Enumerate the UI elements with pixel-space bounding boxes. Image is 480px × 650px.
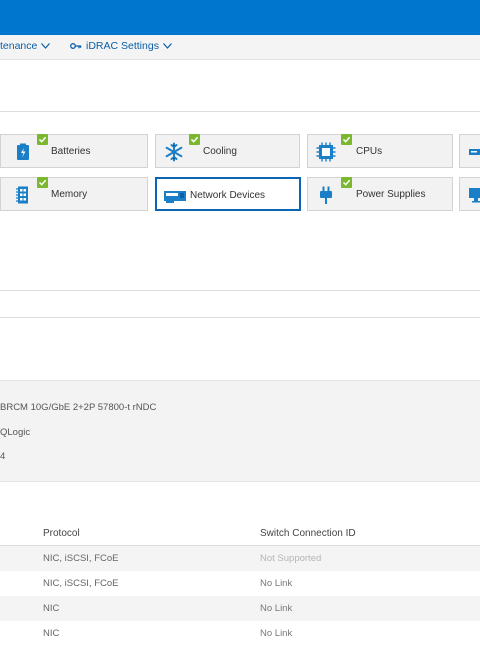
device-info-fragment: 4: [0, 451, 6, 462]
key-icon: [70, 43, 82, 49]
status-ok-check: [189, 134, 200, 145]
tile-cooling[interactable]: Cooling: [155, 134, 300, 168]
check-icon: [342, 179, 351, 186]
cell-protocol: NIC: [43, 628, 60, 639]
section-divider: [0, 111, 480, 112]
main-menu-bar: tenance iDRAC Settings: [0, 35, 480, 60]
table-row[interactable]: NIC No Link: [0, 596, 480, 621]
tile-memory-label: Memory: [51, 189, 88, 200]
power-plug-icon: [320, 186, 332, 204]
section-divider: [0, 317, 480, 318]
status-ok-check: [341, 134, 352, 145]
cpu-icon: [316, 142, 336, 162]
status-ok-check: [37, 134, 48, 145]
check-icon: [342, 136, 351, 143]
tile-batteries-label: Batteries: [51, 146, 91, 157]
ports-table: Protocol Switch Connection ID NIC, iSCSI…: [0, 521, 480, 646]
menu-maintenance-label: tenance: [0, 40, 38, 52]
cell-protocol: NIC, iSCSI, FCoE: [43, 578, 119, 589]
check-icon: [38, 136, 47, 143]
top-header-bar: [0, 0, 480, 35]
cell-protocol: NIC: [43, 603, 60, 614]
cell-switch-connection-id: No Link: [260, 578, 293, 589]
device-vendor: QLogic: [0, 427, 31, 438]
chevron-down-icon: [163, 43, 172, 49]
table-header-row: Protocol Switch Connection ID: [0, 521, 480, 546]
status-ok-check: [37, 177, 48, 188]
table-row[interactable]: NIC, iSCSI, FCoE No Link: [0, 571, 480, 596]
memory-icon: [16, 186, 28, 204]
tile-power-supplies[interactable]: Power Supplies: [307, 177, 453, 211]
tile-batteries[interactable]: Batteries: [0, 134, 148, 168]
cell-switch-connection-id: No Link: [260, 603, 293, 614]
table-row[interactable]: NIC No Link: [0, 621, 480, 646]
section-divider: [0, 290, 480, 291]
device-icon: [469, 149, 480, 155]
cell-switch-connection-id: Not Supported: [260, 553, 322, 564]
device-info-panel: BRCM 10G/GbE 2+2P 57800-t rNDC QLogic 4: [0, 380, 480, 482]
tile-cpus-label: CPUs: [356, 146, 383, 157]
snowflake-icon: [165, 142, 183, 162]
tile-network-devices[interactable]: Network Devices: [155, 177, 301, 211]
table-row[interactable]: NIC, iSCSI, FCoE Not Supported: [0, 546, 480, 571]
tile-network-devices-label: Network Devices: [190, 190, 266, 201]
tile-cpus[interactable]: CPUs: [307, 134, 453, 168]
cell-switch-connection-id: No Link: [260, 628, 293, 639]
tile-cooling-label: Cooling: [203, 146, 237, 157]
network-card-icon: [164, 191, 186, 203]
chevron-down-icon: [41, 43, 51, 49]
menu-idrac-settings[interactable]: iDRAC Settings: [70, 40, 172, 52]
device-product-name: BRCM 10G/GbE 2+2P 57800-t rNDC: [0, 402, 157, 413]
column-header-protocol[interactable]: Protocol: [43, 528, 80, 539]
menu-maintenance[interactable]: tenance: [0, 40, 51, 52]
status-ok-check: [341, 177, 352, 188]
monitor-icon: [469, 188, 480, 203]
cell-protocol: NIC, iSCSI, FCoE: [43, 553, 119, 564]
battery-icon: [17, 143, 29, 160]
column-header-switch-connection-id[interactable]: Switch Connection ID: [260, 528, 356, 539]
tile-memory[interactable]: Memory: [0, 177, 148, 211]
tile-power-supplies-label: Power Supplies: [356, 189, 426, 200]
tile-partial-right-1[interactable]: [459, 134, 480, 168]
check-icon: [190, 136, 199, 143]
tile-partial-right-2[interactable]: [459, 177, 480, 211]
check-icon: [38, 179, 47, 186]
menu-idrac-settings-label: iDRAC Settings: [86, 40, 159, 52]
